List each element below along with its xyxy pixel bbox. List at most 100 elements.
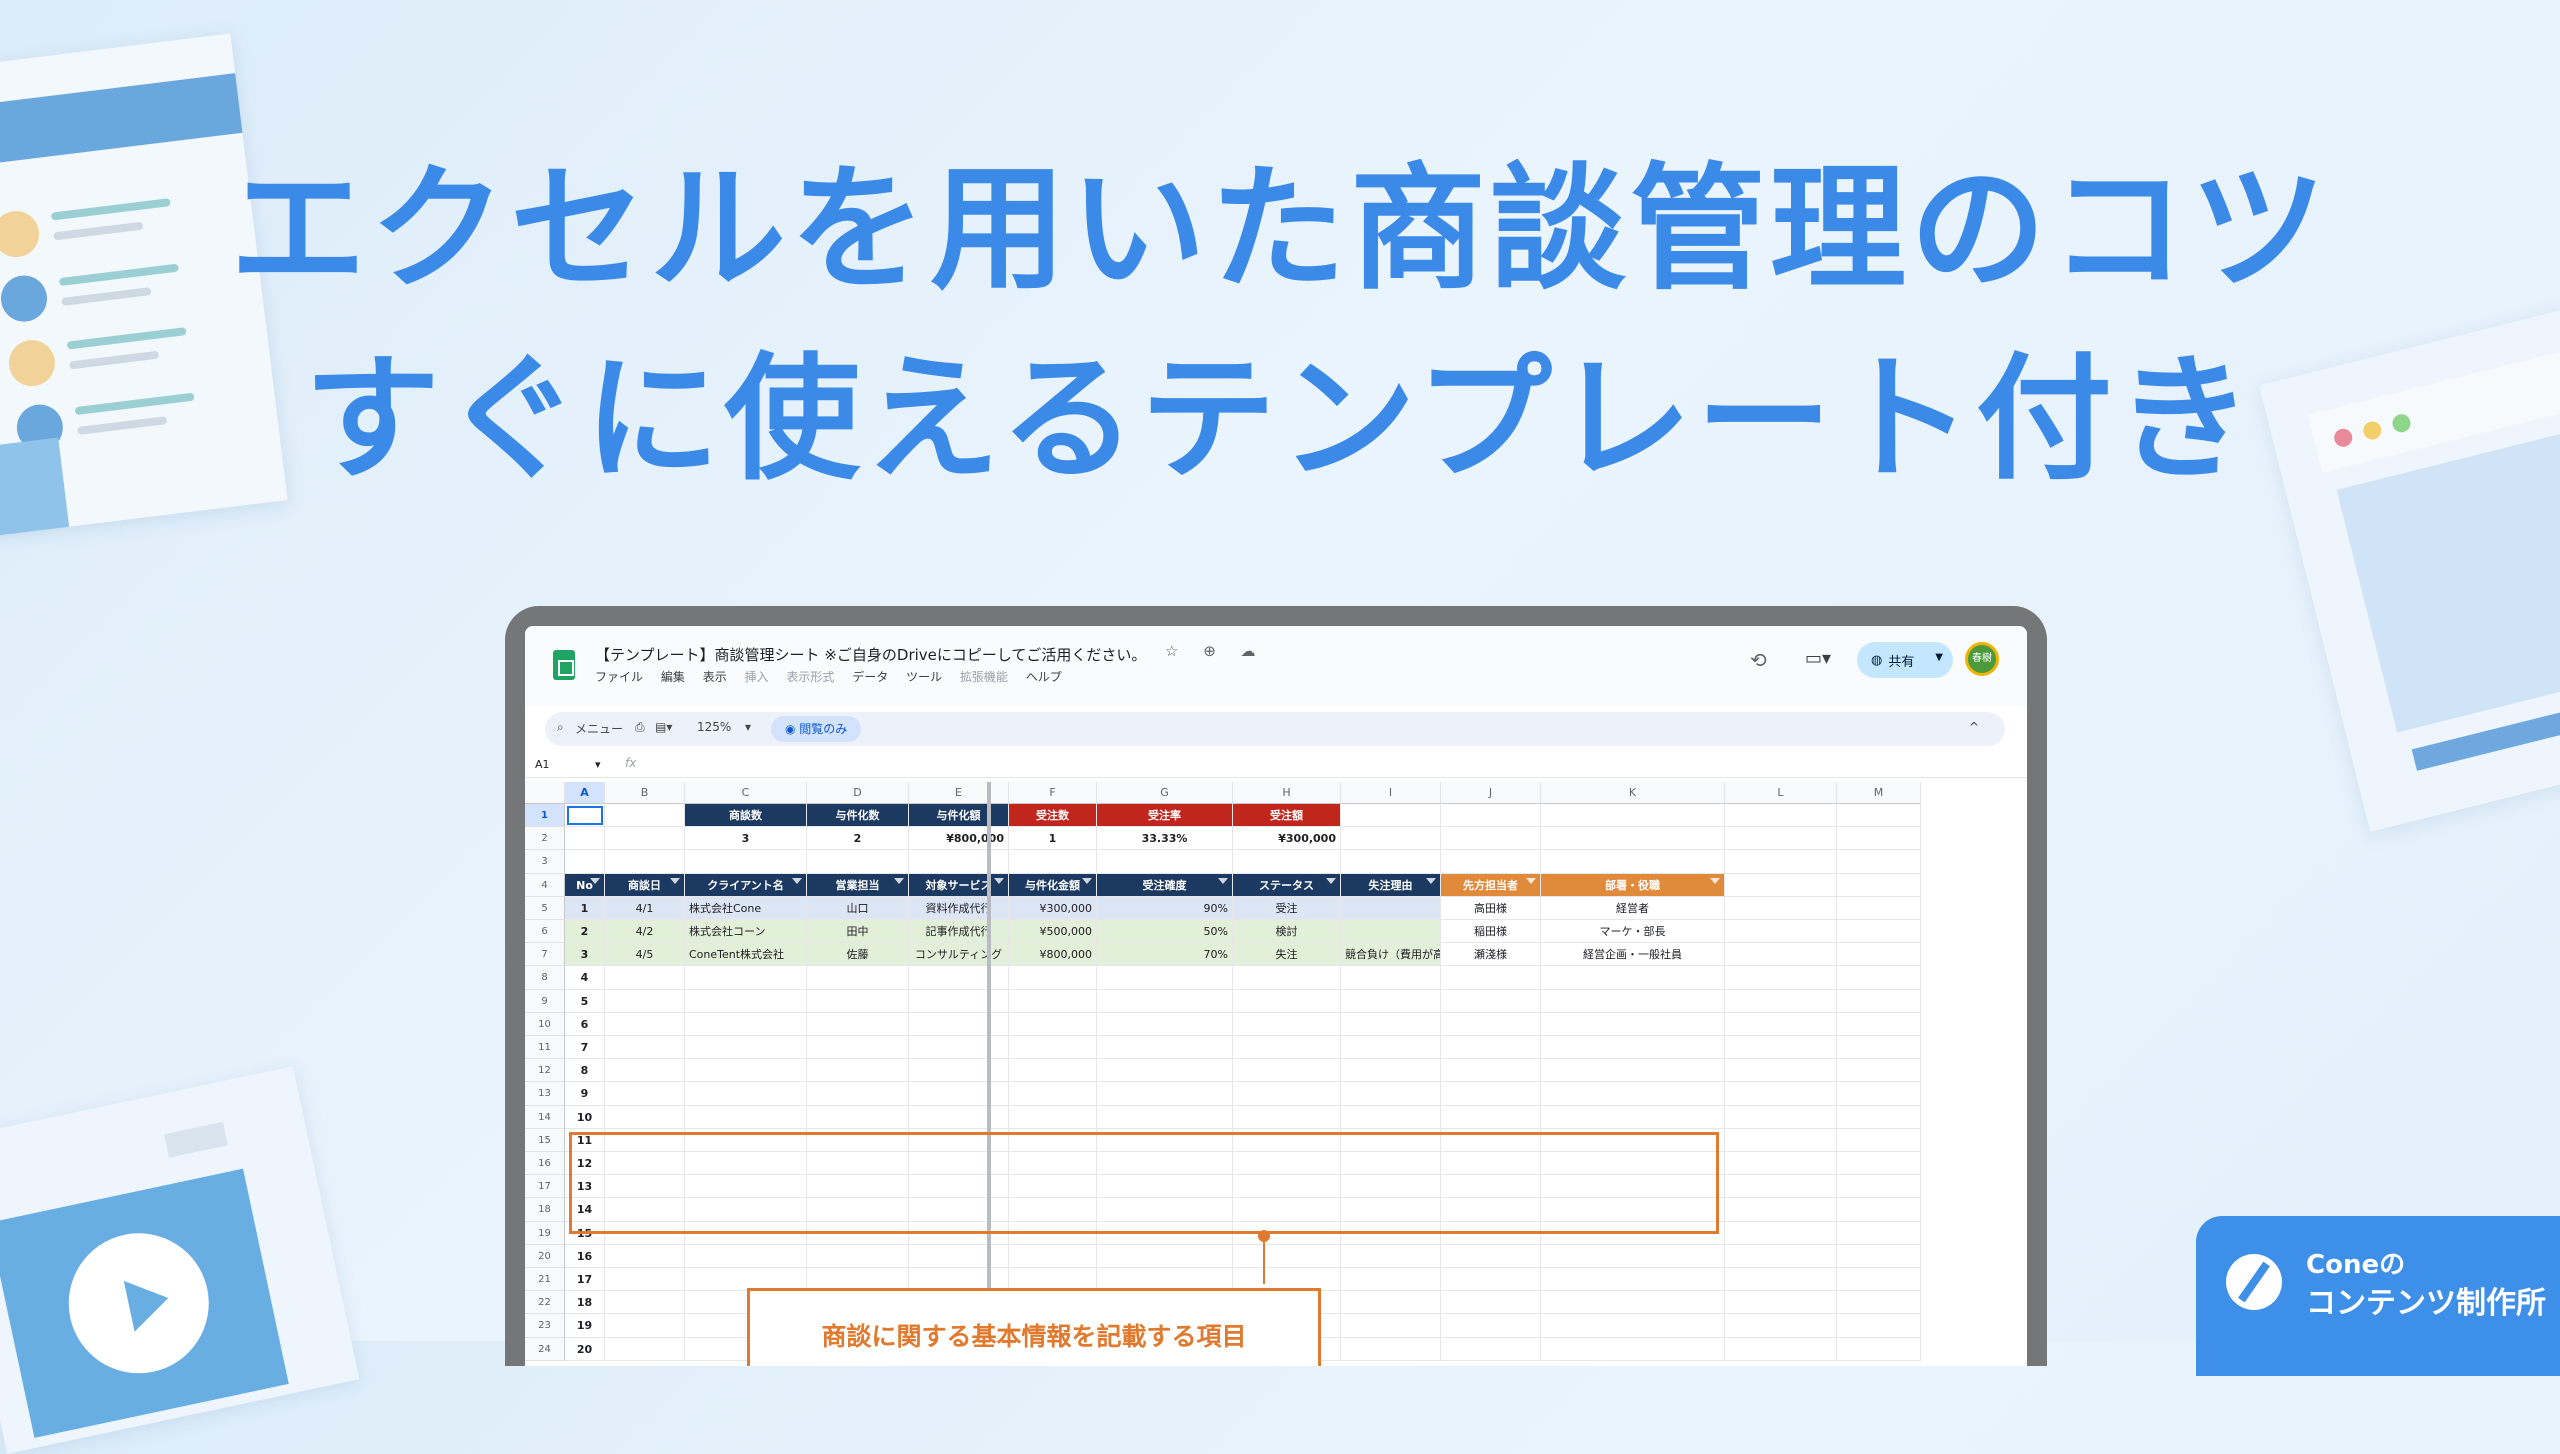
grid-cell[interactable] <box>1725 873 1837 897</box>
grid-cell[interactable] <box>1541 804 1725 828</box>
grid-cell[interactable] <box>807 850 909 874</box>
table-cell[interactable]: 4/2 <box>605 920 685 944</box>
grid-cell[interactable] <box>1837 920 1921 944</box>
grid-cell[interactable] <box>1837 943 1921 967</box>
grid-cell[interactable] <box>1341 1244 1441 1268</box>
grid-cell[interactable] <box>1725 1175 1837 1199</box>
grid-cell[interactable] <box>807 1012 909 1036</box>
row-header[interactable]: 2 <box>525 827 565 851</box>
grid-cell[interactable] <box>1837 1268 1921 1292</box>
grid-cell[interactable] <box>605 1012 685 1036</box>
grid-cell[interactable] <box>1541 989 1725 1013</box>
grid-cell[interactable] <box>605 1244 685 1268</box>
grid-cell[interactable] <box>1725 1082 1837 1106</box>
grid-cell[interactable] <box>1725 1198 1837 1222</box>
table-header-3[interactable]: クライアント名 <box>685 873 807 897</box>
grid-cell[interactable] <box>1441 1012 1541 1036</box>
grid-cell[interactable] <box>1725 1314 1837 1338</box>
row-header[interactable]: 11 <box>525 1036 565 1060</box>
filter-icon[interactable] <box>1326 877 1336 884</box>
grid-cell[interactable] <box>685 850 807 874</box>
grid-cell[interactable] <box>1233 1244 1341 1268</box>
grid-cell[interactable] <box>1097 1105 1233 1129</box>
grid-cell[interactable] <box>1837 1012 1921 1036</box>
table-cell[interactable] <box>1341 896 1441 920</box>
row-number-cell[interactable]: 10 <box>565 1105 605 1129</box>
summary-value-3[interactable]: ¥800,000 <box>909 827 1009 851</box>
table-header-10[interactable]: 先方担当者 <box>1441 873 1541 897</box>
row-number-cell[interactable]: 6 <box>565 1012 605 1036</box>
table-cell[interactable]: マーケ・部長 <box>1541 920 1725 944</box>
grid-cell[interactable] <box>1541 966 1725 990</box>
row-header[interactable]: 12 <box>525 1059 565 1083</box>
grid-cell[interactable] <box>1725 1059 1837 1083</box>
row-header[interactable]: 14 <box>525 1105 565 1129</box>
grid-cell[interactable] <box>1541 1082 1725 1106</box>
grid-cell[interactable] <box>1233 850 1341 874</box>
table-cell[interactable]: 山口 <box>807 896 909 920</box>
grid-cell[interactable] <box>1725 827 1837 851</box>
grid-cell[interactable] <box>1009 1059 1097 1083</box>
share-button[interactable]: ◍ 共有 ▼ <box>1857 642 1953 678</box>
grid-cell[interactable] <box>1441 1314 1541 1338</box>
grid-cell[interactable] <box>1097 989 1233 1013</box>
summary-value-5[interactable]: 33.33% <box>1097 827 1233 851</box>
grid-cell[interactable] <box>807 1082 909 1106</box>
zoom-chevron-icon[interactable]: ▾ <box>745 720 751 734</box>
row-header[interactable]: 9 <box>525 989 565 1013</box>
grid-cell[interactable] <box>1441 1291 1541 1315</box>
grid-cell[interactable] <box>1725 1268 1837 1292</box>
grid-cell[interactable] <box>685 1082 807 1106</box>
table-cell[interactable]: 4/5 <box>605 943 685 967</box>
grid-cell[interactable] <box>1541 1314 1725 1338</box>
grid-cell[interactable] <box>1341 1105 1441 1129</box>
selected-cell-a1[interactable] <box>567 806 603 826</box>
grid-cell[interactable] <box>909 1012 1009 1036</box>
row-number-cell[interactable]: 8 <box>565 1059 605 1083</box>
filter-icon[interactable] <box>1526 877 1536 884</box>
grid-cell[interactable] <box>1441 1337 1541 1361</box>
table-header-8[interactable]: ステータス <box>1233 873 1341 897</box>
table-header-4[interactable]: 営業担当 <box>807 873 909 897</box>
zoom-select[interactable]: 125% <box>697 720 731 734</box>
grid-cell[interactable] <box>685 989 807 1013</box>
column-header-a[interactable]: A <box>565 782 605 804</box>
column-header-g[interactable]: G <box>1097 782 1233 804</box>
row-header[interactable]: 5 <box>525 896 565 920</box>
grid-cell[interactable] <box>807 1059 909 1083</box>
grid-cell[interactable] <box>1097 1244 1233 1268</box>
grid-cell[interactable] <box>1837 1337 1921 1361</box>
grid-cell[interactable] <box>1233 1012 1341 1036</box>
grid-cell[interactable] <box>605 850 685 874</box>
grid-cell[interactable] <box>1725 1244 1837 1268</box>
grid-cell[interactable] <box>807 989 909 1013</box>
grid-cell[interactable] <box>1441 1268 1541 1292</box>
menu-format[interactable]: 表示形式 <box>786 670 834 684</box>
row-header[interactable]: 17 <box>525 1175 565 1199</box>
table-cell[interactable]: 記事作成代行 <box>909 920 1009 944</box>
table-cell[interactable]: 資料作成代行 <box>909 896 1009 920</box>
grid-cell[interactable] <box>1725 1291 1837 1315</box>
table-cell[interactable]: 1 <box>565 896 605 920</box>
row-header[interactable]: 13 <box>525 1082 565 1106</box>
column-header-j[interactable]: J <box>1441 782 1541 804</box>
filter-icon[interactable] <box>1218 877 1228 884</box>
row-number-cell[interactable]: 16 <box>565 1244 605 1268</box>
grid-cell[interactable] <box>807 966 909 990</box>
filter-icon[interactable] <box>792 877 802 884</box>
collapse-toolbar-icon[interactable]: ^ <box>1969 720 1979 734</box>
grid-cell[interactable] <box>1541 1291 1725 1315</box>
grid-cell[interactable] <box>1837 1198 1921 1222</box>
grid-cell[interactable] <box>605 1291 685 1315</box>
row-header[interactable]: 16 <box>525 1152 565 1176</box>
grid-cell[interactable] <box>1233 1059 1341 1083</box>
table-cell[interactable] <box>1341 920 1441 944</box>
column-header-m[interactable]: M <box>1837 782 1921 804</box>
print-icon[interactable]: ⎙ <box>635 720 645 735</box>
grid-cell[interactable] <box>1725 1128 1837 1152</box>
column-header-i[interactable]: I <box>1341 782 1441 804</box>
grid-cell[interactable] <box>1837 1221 1921 1245</box>
view-only-badge[interactable]: ◉ 閲覧のみ <box>771 716 862 742</box>
menu-edit[interactable]: 編集 <box>661 670 685 684</box>
grid-cell[interactable] <box>1441 1082 1541 1106</box>
